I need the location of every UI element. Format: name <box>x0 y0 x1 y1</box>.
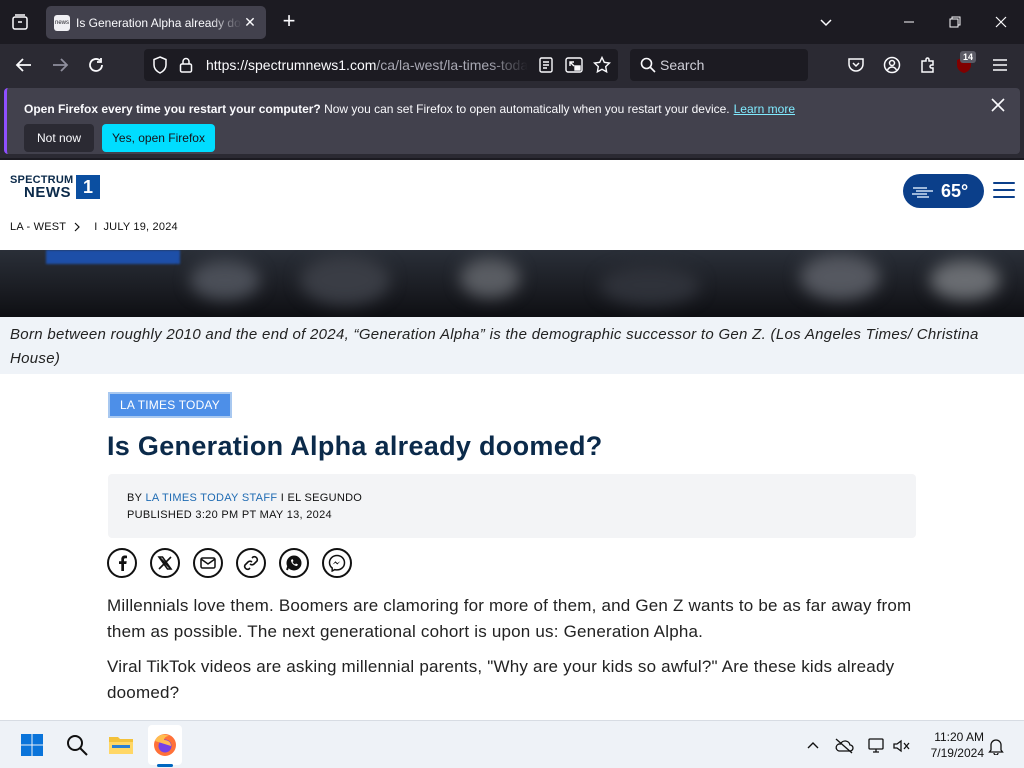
taskbar-search-icon[interactable] <box>61 729 93 761</box>
site-menu-icon[interactable] <box>993 182 1015 200</box>
weather-temperature: 65° <box>941 180 969 201</box>
yes-open-firefox-button[interactable]: Yes, open Firefox <box>102 124 215 152</box>
x-twitter-share-icon[interactable] <box>150 548 180 578</box>
breadcrumb-region[interactable]: LA - WEST <box>10 221 66 233</box>
facebook-share-icon[interactable] <box>107 548 137 578</box>
notification-message: Open Firefox every time you restart your… <box>24 102 795 116</box>
chevron-right-icon <box>74 222 81 232</box>
list-all-tabs-chevron-icon[interactable] <box>806 6 846 38</box>
reader-view-icon[interactable] <box>536 55 556 75</box>
app-menu-hamburger-icon[interactable] <box>986 51 1014 79</box>
minimize-icon[interactable] <box>889 6 929 38</box>
pocket-icon[interactable] <box>842 51 870 79</box>
breadcrumb-separator: I <box>94 221 98 233</box>
search-placeholder: Search <box>660 57 705 73</box>
spectrum-news-logo[interactable]: SPECTRUM NEWS 1 <box>10 173 102 201</box>
tab-list-icon[interactable] <box>6 8 34 36</box>
web-page: SPECTRUM NEWS 1 65° LA - WEST I JULY 19,… <box>0 160 1024 720</box>
firefox-taskbar-icon[interactable] <box>149 729 181 761</box>
published-date: PUBLISHED 3:20 PM PT MAY 13, 2024 <box>127 509 332 521</box>
article-body: Millennials love them. Boomers are clamo… <box>107 593 917 715</box>
not-now-button[interactable]: Not now <box>24 124 94 152</box>
navigation-toolbar: https://spectrumnews1.com/ca/la-west/la-… <box>0 44 1024 86</box>
clock-date: 7/19/2024 <box>930 746 984 760</box>
tab-strip: news Is Generation Alpha already doomed?… <box>0 0 1024 44</box>
byline: BY LA TIMES TODAY STAFF I EL SEGUNDO <box>127 492 363 504</box>
show-hidden-icons-chevron-icon[interactable] <box>803 736 823 756</box>
extension-badge: 14 <box>960 51 977 63</box>
back-arrow-icon[interactable] <box>10 51 38 79</box>
article-paragraph-1: Millennials love them. Boomers are clamo… <box>107 596 912 641</box>
share-buttons <box>107 548 352 578</box>
new-tab-button[interactable]: + <box>276 9 302 35</box>
whatsapp-share-icon[interactable] <box>279 548 309 578</box>
notification-bar: Open Firefox every time you restart your… <box>0 86 1024 158</box>
network-icon[interactable] <box>866 736 886 756</box>
windows-start-icon[interactable] <box>16 729 48 761</box>
clock-time: 11:20 AM <box>934 730 984 744</box>
learn-more-link[interactable]: Learn more <box>734 102 795 116</box>
notifications-bell-icon[interactable] <box>986 736 1006 756</box>
reload-icon[interactable] <box>82 51 110 79</box>
cloud-icon <box>912 187 933 198</box>
url-bar[interactable]: https://spectrumnews1.com/ca/la-west/la-… <box>144 49 618 81</box>
image-caption: Born between roughly 2010 and the end of… <box>0 317 1024 374</box>
onedrive-offline-icon[interactable] <box>834 736 854 756</box>
bookmark-star-icon[interactable] <box>592 55 612 75</box>
picture-in-picture-icon[interactable] <box>564 55 584 75</box>
close-window-icon[interactable] <box>981 6 1021 38</box>
extensions-puzzle-icon[interactable] <box>914 51 942 79</box>
notification-panel: Open Firefox every time you restart your… <box>4 88 1020 154</box>
category-tag[interactable]: LA TIMES TODAY <box>108 392 232 418</box>
url-text[interactable]: https://spectrumnews1.com/ca/la-west/la-… <box>206 57 528 73</box>
article-paragraph-2: Viral TikTok videos are asking millennia… <box>107 657 895 702</box>
tab-close-icon[interactable]: ✕ <box>242 14 258 31</box>
restore-icon[interactable] <box>935 6 975 38</box>
lock-icon[interactable] <box>176 55 196 75</box>
search-icon <box>638 55 658 75</box>
hero-image <box>0 250 1024 317</box>
account-icon[interactable] <box>878 51 906 79</box>
tab-title: Is Generation Alpha already doomed? <box>76 15 242 30</box>
search-bar[interactable]: Search <box>630 49 808 81</box>
email-share-icon[interactable] <box>193 548 223 578</box>
breadcrumb: LA - WEST I JULY 19, 2024 <box>10 221 178 233</box>
copy-link-icon[interactable] <box>236 548 266 578</box>
windows-taskbar: 11:20 AM 7/19/2024 <box>0 720 1024 768</box>
byline-box: BY LA TIMES TODAY STAFF I EL SEGUNDO PUB… <box>108 474 916 538</box>
file-explorer-icon[interactable] <box>105 729 137 761</box>
system-clock[interactable]: 11:20 AM 7/19/2024 <box>918 729 984 761</box>
close-notification-icon[interactable] <box>991 98 1011 118</box>
active-tab[interactable]: news Is Generation Alpha already doomed?… <box>46 6 266 39</box>
article-headline: Is Generation Alpha already doomed? <box>107 431 603 461</box>
weather-widget[interactable]: 65° <box>903 174 984 208</box>
forward-arrow-icon[interactable] <box>46 51 74 79</box>
breadcrumb-date: JULY 19, 2024 <box>103 221 178 233</box>
volume-muted-icon[interactable] <box>892 736 912 756</box>
shield-icon[interactable] <box>150 55 170 75</box>
tab-favicon-icon: news <box>54 14 70 31</box>
author-link[interactable]: LA TIMES TODAY STAFF <box>145 492 277 504</box>
active-app-indicator <box>157 764 173 767</box>
messenger-share-icon[interactable] <box>322 548 352 578</box>
